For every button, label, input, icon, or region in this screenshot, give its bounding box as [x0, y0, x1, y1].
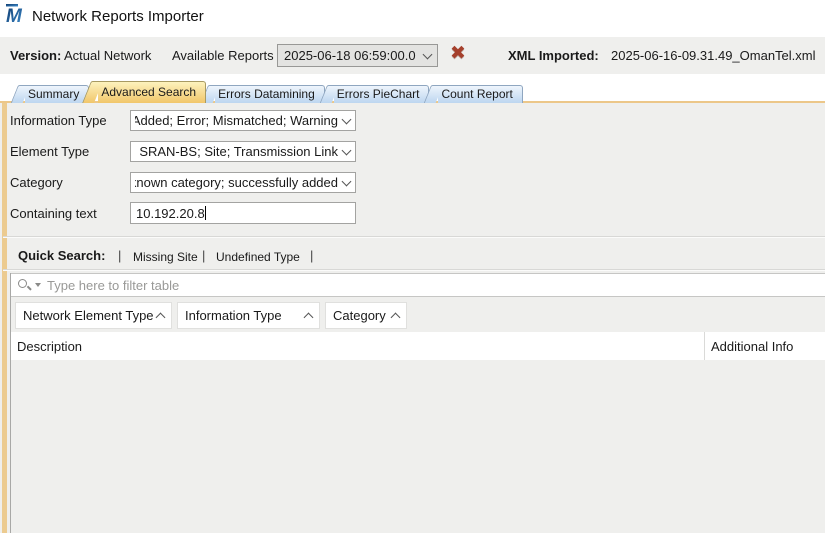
- column-filter-information-type[interactable]: Information Type: [177, 302, 320, 329]
- tab-summary[interactable]: Summary: [25, 85, 89, 103]
- quick-search-undefined-type-link[interactable]: Undefined Type: [216, 250, 300, 264]
- column-filter-category[interactable]: Category: [325, 302, 407, 329]
- information-type-label: Information Type: [10, 110, 126, 131]
- column-header-additional-info[interactable]: Additional Info: [711, 332, 793, 360]
- available-reports-label: Available Reports: [172, 48, 274, 64]
- quick-search-label: Quick Search:: [18, 248, 105, 263]
- table-filter-input[interactable]: [45, 277, 819, 294]
- information-type-select[interactable]: Added; Error; Mismatched; Warning: [130, 110, 356, 131]
- search-options-arrow-icon[interactable]: [35, 283, 41, 287]
- separator: |: [310, 248, 313, 263]
- delete-report-button[interactable]: ✖: [450, 42, 466, 65]
- chevron-down-icon: [342, 145, 352, 155]
- tab-bar: Summary Advanced Search Errors Dataminin…: [25, 81, 532, 103]
- quick-search-missing-site-link[interactable]: Missing Site: [133, 250, 198, 264]
- svg-text:M: M: [6, 6, 23, 27]
- separator: |: [202, 248, 205, 263]
- containing-text-value: 10.192.20.8: [136, 206, 205, 221]
- category-select[interactable]: known category; successfully added: [130, 172, 356, 193]
- column-filter-label: Network Element Type: [23, 308, 154, 323]
- table-body-empty: [11, 360, 825, 533]
- containing-text-input[interactable]: 10.192.20.8: [130, 202, 356, 224]
- available-reports-value: 2025-06-18 06:59:00.0: [284, 48, 419, 63]
- version-label: Version:: [10, 48, 61, 64]
- containing-text-label: Containing text: [10, 203, 126, 224]
- search-icon: [17, 278, 31, 292]
- available-reports-select[interactable]: 2025-06-18 06:59:00.0: [277, 44, 438, 67]
- tab-errors-datamining[interactable]: Errors Datamining: [215, 85, 325, 103]
- column-filter-network-element-type[interactable]: Network Element Type: [15, 302, 172, 329]
- column-divider: [704, 332, 705, 360]
- element-type-select[interactable]: ; SRAN-BS; Site; Transmission Link: [130, 141, 356, 162]
- column-header-description[interactable]: Description: [17, 332, 82, 360]
- element-type-value: ; SRAN-BS; Site; Transmission Link: [135, 144, 338, 159]
- app-logo-icon: M: [5, 3, 29, 30]
- information-type-value: Added; Error; Mismatched; Warning: [135, 113, 338, 128]
- separator: |: [118, 248, 121, 263]
- chevron-down-icon: [342, 176, 352, 186]
- element-type-label: Element Type: [10, 141, 126, 162]
- table-header-row: [11, 332, 825, 361]
- version-value: Actual Network: [64, 48, 151, 64]
- category-value: known category; successfully added: [135, 175, 338, 190]
- category-label: Category: [10, 172, 126, 193]
- column-filter-label: Information Type: [185, 308, 282, 323]
- window-title: Network Reports Importer: [32, 8, 204, 25]
- chevron-down-icon: [423, 49, 433, 59]
- tab-count-report[interactable]: Count Report: [438, 85, 522, 103]
- section-divider: [3, 269, 825, 271]
- tab-errors-piechart[interactable]: Errors PieChart: [334, 85, 430, 103]
- chevron-up-icon: [156, 313, 166, 323]
- chevron-up-icon: [391, 313, 401, 323]
- results-table: Network Element Type Information Type Ca…: [10, 273, 825, 533]
- chevron-up-icon: [304, 313, 314, 323]
- text-cursor: [205, 206, 206, 220]
- column-filter-label: Category: [333, 308, 386, 323]
- xml-imported-label: XML Imported:: [508, 48, 599, 64]
- chevron-down-icon: [342, 114, 352, 124]
- section-divider: [3, 236, 825, 238]
- xml-imported-value: 2025-06-16-09.31.49_OmanTel.xml: [611, 48, 816, 64]
- table-filter-bar: [11, 273, 825, 297]
- tab-advanced-search[interactable]: Advanced Search: [98, 81, 206, 103]
- panel-left-accent: [2, 103, 7, 533]
